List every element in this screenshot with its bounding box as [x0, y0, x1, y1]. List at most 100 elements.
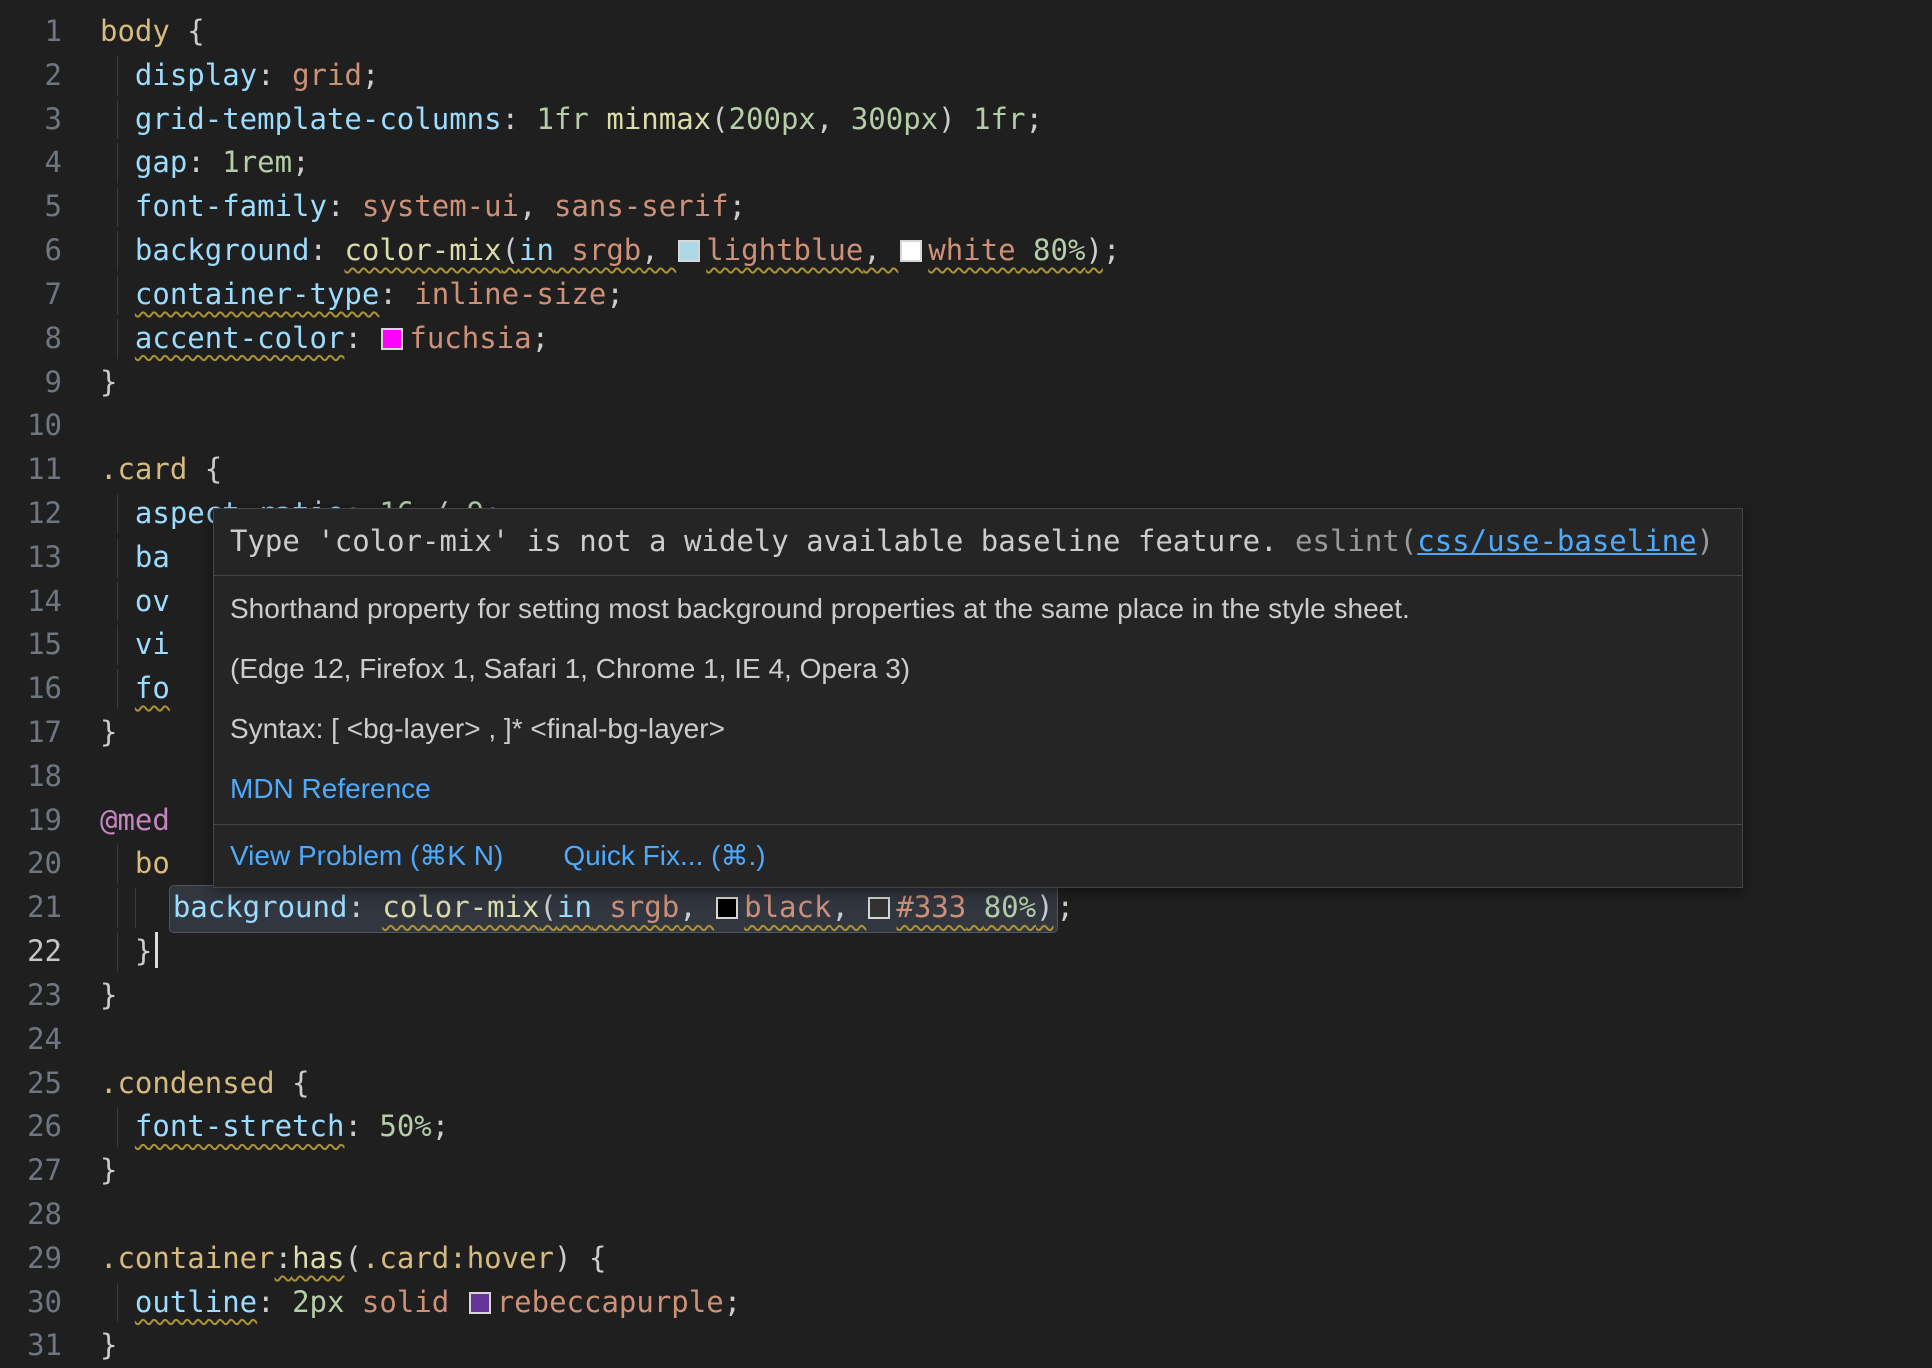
code-text[interactable]: ov — [100, 580, 170, 624]
token[interactable]: ; — [292, 145, 309, 179]
token[interactable]: : — [257, 1285, 292, 1319]
token[interactable]: } — [100, 978, 117, 1012]
code-text[interactable]: outline: 2px solid rebeccapurple; — [100, 1281, 741, 1325]
token[interactable]: : — [379, 277, 414, 311]
token[interactable]: , — [863, 233, 898, 267]
token[interactable]: ; — [532, 321, 549, 355]
code-line[interactable]: 7 container-type: inline-size; — [0, 273, 1932, 317]
diagnostic-rule-link[interactable]: css/use-baseline — [1417, 524, 1696, 558]
token[interactable]: { — [170, 14, 205, 48]
token[interactable]: : — [257, 58, 292, 92]
color-swatch[interactable] — [678, 240, 700, 262]
code-text[interactable]: font-family: system-ui, sans-serif; — [100, 185, 746, 229]
token[interactable]: { — [187, 452, 222, 486]
code-line[interactable]: 30 outline: 2px solid rebeccapurple; — [0, 1281, 1932, 1325]
token[interactable]: black — [744, 890, 831, 924]
code-line[interactable]: 1body { — [0, 10, 1932, 54]
code-text[interactable]: } — [100, 361, 117, 405]
token[interactable]: .card — [100, 452, 187, 486]
code-text[interactable]: body { — [100, 10, 205, 54]
token[interactable]: ov — [100, 584, 170, 618]
code-text[interactable]: grid-template-columns: 1fr minmax(200px,… — [100, 98, 1043, 142]
code-text[interactable]: bo — [100, 842, 170, 886]
code-text[interactable]: .card { — [100, 448, 222, 492]
code-text[interactable]: display: grid; — [100, 54, 379, 98]
code-text[interactable]: } — [100, 711, 117, 755]
token[interactable] — [100, 1109, 135, 1143]
token[interactable]: : — [502, 102, 537, 136]
code-line[interactable]: 23} — [0, 974, 1932, 1018]
token[interactable]: srgb — [592, 890, 679, 924]
code-line[interactable]: 26 font-stretch: 50%; — [0, 1105, 1932, 1149]
token[interactable]: : — [310, 233, 345, 267]
token[interactable]: { — [275, 1066, 310, 1100]
token[interactable] — [449, 1285, 466, 1319]
token[interactable]: : — [344, 321, 379, 355]
token[interactable]: 1fr — [973, 102, 1025, 136]
color-swatch[interactable] — [469, 1292, 491, 1314]
token[interactable] — [1016, 233, 1033, 267]
token[interactable]: ; — [1025, 102, 1042, 136]
token[interactable]: solid — [362, 1285, 449, 1319]
mdn-reference-link[interactable]: MDN Reference — [230, 773, 431, 804]
code-text[interactable]: accent-color: fuchsia; — [100, 317, 549, 361]
token[interactable]: in — [519, 233, 554, 267]
token[interactable]: color-mix — [344, 233, 501, 267]
token[interactable]: : — [187, 145, 222, 179]
token[interactable]: body — [100, 14, 170, 48]
token[interactable] — [589, 102, 606, 136]
code-text[interactable]: vi — [100, 623, 170, 667]
token[interactable] — [966, 890, 983, 924]
token[interactable]: ; — [1103, 233, 1120, 267]
code-text[interactable]: background: color-mix(in srgb, black, #3… — [100, 886, 1074, 930]
token[interactable]: ; — [724, 1285, 741, 1319]
code-text[interactable]: } — [100, 1149, 117, 1193]
token[interactable]: :hover — [449, 1241, 554, 1275]
code-text[interactable]: .condensed { — [100, 1062, 310, 1106]
code-line[interactable]: 21 background: color-mix(in srgb, black,… — [0, 886, 1932, 930]
token[interactable]: ( — [540, 890, 557, 924]
token[interactable]: background — [100, 233, 310, 267]
code-line[interactable]: 31} — [0, 1324, 1932, 1368]
code-line[interactable]: 2 display: grid; — [0, 54, 1932, 98]
token[interactable]: ) — [938, 102, 955, 136]
code-line[interactable]: 6 background: color-mix(in srgb, lightbl… — [0, 229, 1932, 273]
code-line[interactable]: 10 — [0, 404, 1932, 448]
token[interactable]: fo — [135, 671, 170, 705]
color-swatch[interactable] — [381, 328, 403, 350]
code-line[interactable]: 29.container:has(.card:hover) { — [0, 1237, 1932, 1281]
token[interactable]: 80% — [984, 890, 1036, 924]
token[interactable]: ; — [606, 277, 623, 311]
token[interactable]: .card — [362, 1241, 449, 1275]
token[interactable]: 1fr — [537, 102, 589, 136]
token[interactable]: : — [344, 1109, 379, 1143]
code-line[interactable]: 28 — [0, 1193, 1932, 1237]
token[interactable]: { — [571, 1241, 606, 1275]
token[interactable]: ba — [100, 540, 170, 574]
token[interactable] — [100, 321, 135, 355]
token[interactable]: ) — [1085, 233, 1102, 267]
code-line[interactable]: 11.card { — [0, 448, 1932, 492]
token[interactable]: .condensed — [100, 1066, 275, 1100]
code-line[interactable]: 4 gap: 1rem; — [0, 141, 1932, 185]
token[interactable]: ) — [1036, 890, 1053, 924]
token[interactable]: has — [292, 1241, 344, 1275]
code-text[interactable]: container-type: inline-size; — [100, 273, 624, 317]
token[interactable]: : — [275, 1241, 292, 1275]
token[interactable]: @med — [100, 803, 170, 837]
token[interactable] — [100, 1285, 135, 1319]
token[interactable]: } — [100, 1328, 117, 1362]
token[interactable]: 50% — [379, 1109, 431, 1143]
token[interactable]: grid-template-columns — [100, 102, 502, 136]
token[interactable]: } — [100, 715, 117, 749]
token[interactable]: font-family — [100, 189, 327, 223]
token[interactable]: 300px — [851, 102, 938, 136]
token[interactable]: grid — [292, 58, 362, 92]
code-text[interactable]: } — [100, 1324, 117, 1368]
token[interactable]: background — [173, 890, 348, 924]
token[interactable] — [956, 102, 973, 136]
token[interactable]: in — [557, 890, 592, 924]
token[interactable]: inline-size — [414, 277, 606, 311]
token[interactable]: } — [100, 1153, 117, 1187]
token[interactable] — [344, 1285, 361, 1319]
